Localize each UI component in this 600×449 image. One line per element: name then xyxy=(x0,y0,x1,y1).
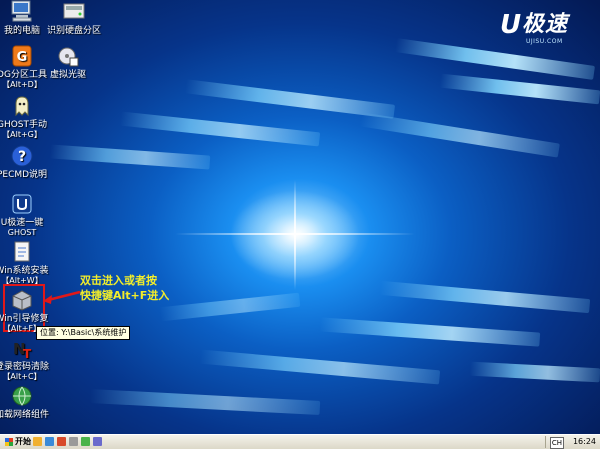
desktop-icon-win-install[interactable]: Win系统安装 【Alt+W】 xyxy=(0,240,50,286)
icon-label: Win系统安装 xyxy=(0,266,49,276)
password-clear-icon: N T xyxy=(10,336,34,361)
icon-label: 登录密码清除 xyxy=(0,362,49,372)
ujisu-ghost-icon xyxy=(10,192,34,216)
system-tray: CH 16:24 xyxy=(545,436,600,449)
icon-label: Win引导修复 xyxy=(0,314,49,324)
icon-label: U极速一键 xyxy=(0,218,44,228)
clock[interactable]: 16:24 xyxy=(573,436,596,448)
help-icon: ? xyxy=(10,144,34,168)
location-tooltip: 位置: Y:\Basic\系统维护 xyxy=(36,326,131,340)
desktop-icon-disk-partition[interactable]: 识别硬盘分区 xyxy=(40,0,108,36)
icon-shortcut: 【Alt+G】 xyxy=(2,130,42,139)
brand-name: 极速 xyxy=(522,12,569,37)
instruction-annotation: 双击进入或者按 快捷键Alt+F进入 xyxy=(80,273,169,303)
brand-url: UJISU.COM xyxy=(526,38,563,45)
icon-sublabel: GHOST xyxy=(7,228,37,237)
svg-text:T: T xyxy=(23,347,32,360)
red-arrow-icon xyxy=(43,290,81,304)
desktop-icon-password-clear[interactable]: N T 登录密码清除 【Alt+C】 xyxy=(0,336,50,382)
icon-shortcut: 【Alt+D】 xyxy=(2,80,42,89)
disk-icon xyxy=(62,0,86,24)
quicklaunch-network-icon[interactable] xyxy=(81,437,90,446)
taskbar: 开始 CH 16:24 xyxy=(0,434,600,449)
desktop-icon-network[interactable]: 加载网络组件 xyxy=(0,384,50,420)
quicklaunch-folder-icon[interactable] xyxy=(33,437,42,446)
desktop-icon-ujisu-ghost[interactable]: U极速一键 GHOST xyxy=(0,192,50,238)
annotation-line-1: 双击进入或者按 xyxy=(80,274,157,287)
quicklaunch-app-icon[interactable] xyxy=(45,437,54,446)
start-label: 开始 xyxy=(15,437,31,446)
network-icon xyxy=(10,384,34,408)
ghost-icon xyxy=(10,94,34,118)
start-button[interactable]: 开始 xyxy=(2,436,34,448)
quicklaunch-tool-icon[interactable] xyxy=(57,437,66,446)
icon-label: 识别硬盘分区 xyxy=(46,26,101,36)
desktop-icon-ghost-manual[interactable]: GHOST手动 【Alt+G】 xyxy=(0,94,50,140)
desktop-icon-virtual-drive[interactable]: 虚拟光驱 xyxy=(40,44,96,80)
quicklaunch-explorer-icon[interactable] xyxy=(93,437,102,446)
virtual-drive-icon xyxy=(56,44,80,68)
icon-label: 虚拟光驱 xyxy=(49,70,86,80)
icon-label: 加载网络组件 xyxy=(0,410,49,420)
svg-text:?: ? xyxy=(18,149,26,165)
windows-flag-icon xyxy=(5,437,13,446)
icon-label: PECMD说明 xyxy=(0,170,48,180)
computer-icon xyxy=(10,0,34,24)
quicklaunch-disk-icon[interactable] xyxy=(69,437,78,446)
brand-letter: U xyxy=(500,10,522,40)
desktop-icon-pecmd-help[interactable]: ? PECMD说明 xyxy=(0,144,50,180)
annotation-line-2: 快捷键Alt+F进入 xyxy=(80,289,170,302)
install-icon xyxy=(10,240,34,264)
svg-text:G: G xyxy=(17,50,28,65)
ime-indicator[interactable]: CH xyxy=(550,437,564,449)
brand-logo: U 极速 UJISU.COM xyxy=(500,10,588,45)
icon-label: GHOST手动 xyxy=(0,120,48,130)
dg-partition-icon: G xyxy=(10,44,34,68)
icon-shortcut: 【Alt+C】 xyxy=(2,372,42,381)
boot-repair-icon xyxy=(10,288,34,312)
